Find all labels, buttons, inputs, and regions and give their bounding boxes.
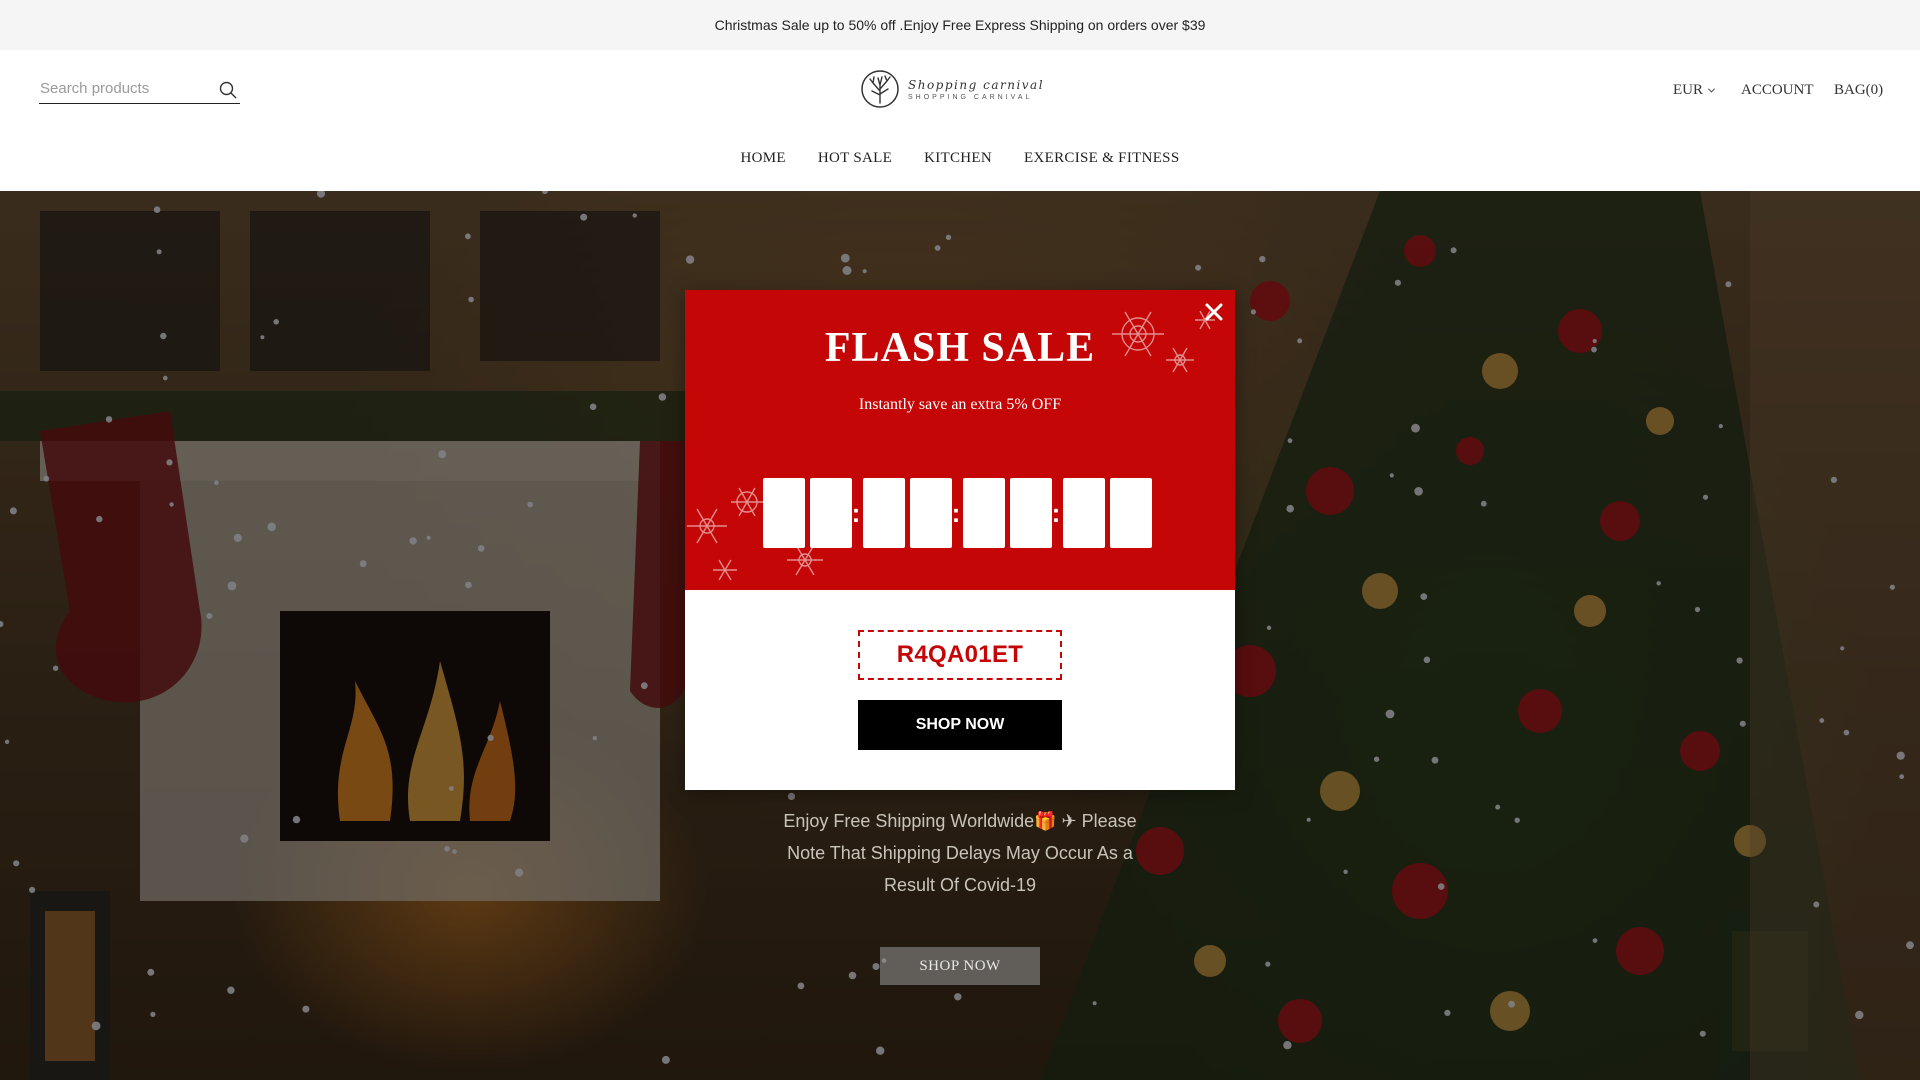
chevron-down-icon [1707, 87, 1716, 93]
flash-sale-popup: FLASH SALE Instantly save an extra 5% OF… [685, 290, 1235, 790]
nav-item-kitchen[interactable]: KITCHEN [908, 150, 1008, 167]
currency-selector[interactable]: EUR [1673, 80, 1716, 100]
logo-tagline: SHOPPING CARNIVAL [908, 93, 1033, 101]
popup-subtitle: Instantly save an extra 5% OFF [858, 396, 1062, 413]
account-label: ACCOUNT [1741, 81, 1814, 98]
timer-digit [1010, 478, 1052, 548]
account-link[interactable]: ACCOUNT [1741, 80, 1814, 100]
timer-digit [810, 478, 852, 548]
nav-item-exercise-fitness[interactable]: EXERCISE & FITNESS [1008, 150, 1195, 167]
timer-digit [763, 478, 805, 548]
timer-digit [1063, 478, 1105, 548]
site-logo[interactable]: Shopping carnival SHOPPING CARNIVAL [860, 68, 1060, 110]
logo-wordmark: Shopping carnival [908, 77, 1045, 92]
popup-header: FLASH SALE Instantly save an extra 5% OF… [685, 290, 1235, 590]
timer-digit [910, 478, 952, 548]
popup-close-button[interactable] [1200, 298, 1228, 326]
bag-label: BAG(0) [1834, 81, 1884, 98]
nav-item-hot-sale[interactable]: HOT SALE [802, 150, 908, 167]
nav-item-home[interactable]: HOME [725, 150, 802, 167]
timer-separator: : [951, 497, 961, 528]
timer-digit [963, 478, 1005, 548]
search-icon[interactable] [218, 80, 238, 100]
site-header: Shopping carnival SHOPPING CARNIVAL EUR … [0, 50, 1920, 191]
hero-shipping-text: Enjoy Free Shipping Worldwide🎁 ✈ Please … [783, 811, 1137, 895]
coupon-code[interactable]: R4QA01ET [858, 630, 1062, 680]
search-input[interactable] [39, 80, 209, 97]
close-icon [1205, 303, 1223, 321]
popup-shop-now-button[interactable]: SHOP NOW [858, 700, 1062, 750]
tree-logo-icon [861, 70, 899, 108]
countdown-timer: : : : [763, 478, 1157, 548]
timer-digit [1110, 478, 1152, 548]
popup-title: FLASH SALE [824, 325, 1096, 371]
announcement-bar: Christmas Sale up to 50% off .Enjoy Free… [0, 0, 1920, 50]
hero-shop-now-button[interactable]: SHOP NOW [880, 947, 1040, 985]
search-bar [39, 74, 240, 104]
currency-label: EUR [1673, 81, 1703, 98]
timer-separator: : [851, 497, 861, 528]
main-nav: HOME HOT SALE KITCHEN EXERCISE & FITNESS [0, 150, 1920, 167]
timer-separator: : [1051, 497, 1061, 528]
timer-digit [863, 478, 905, 548]
announcement-text: Christmas Sale up to 50% off .Enjoy Free… [714, 17, 1206, 33]
bag-link[interactable]: BAG(0) [1834, 80, 1883, 100]
